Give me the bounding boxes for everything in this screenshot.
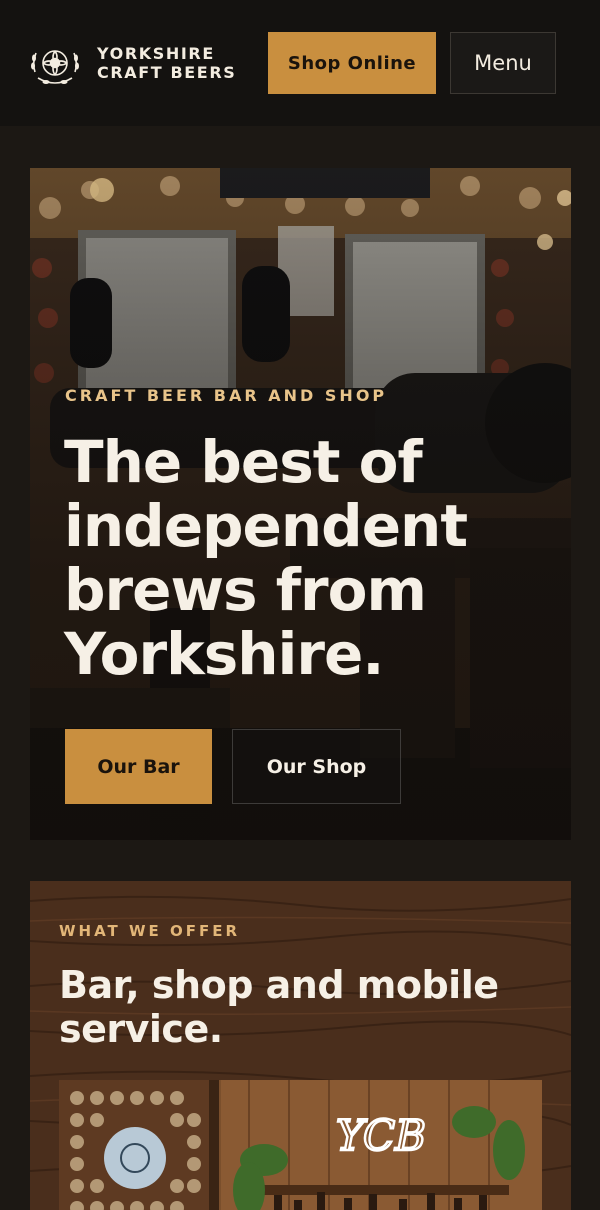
shop-online-button[interactable]: Shop Online (268, 32, 436, 94)
hero-eyebrow: CRAFT BEER BAR AND SHOP (65, 386, 388, 405)
site-header: YORKSHIRE CRAFT BEERS Shop Online Menu (0, 0, 600, 126)
our-bar-button[interactable]: Our Bar (65, 729, 212, 804)
bar-interior-photo: YCB (59, 1080, 542, 1210)
brand-name[interactable]: YORKSHIRE CRAFT BEERS (97, 44, 236, 82)
brand-line-1: YORKSHIRE (97, 44, 215, 63)
offer-eyebrow: WHAT WE OFFER (59, 922, 241, 940)
brand-line-2: CRAFT BEERS (97, 63, 237, 82)
hero-title: The best of independent brews from Yorks… (64, 428, 468, 688)
rose-logo-icon[interactable] (28, 36, 82, 90)
hero-section: CRAFT BEER BAR AND SHOP The best of inde… (30, 168, 571, 840)
offer-section: WHAT WE OFFER Bar, shop and mobile servi… (30, 881, 571, 1210)
menu-button[interactable]: Menu (450, 32, 556, 94)
ycb-neon-sign: YCB (336, 1111, 426, 1160)
offer-title: Bar, shop and mobile service. (59, 963, 499, 1051)
our-shop-button[interactable]: Our Shop (232, 729, 401, 804)
bar-photo-drawing: YCB (59, 1080, 542, 1210)
